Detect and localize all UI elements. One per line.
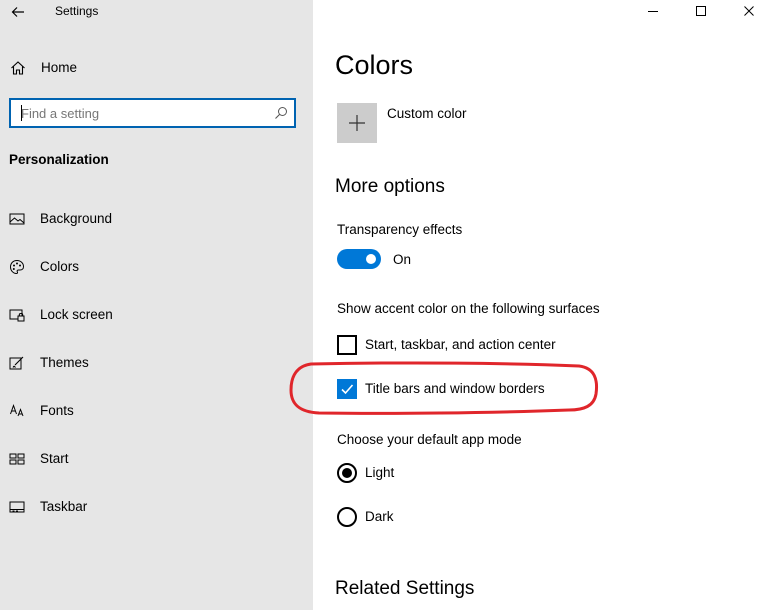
search-box[interactable]	[9, 98, 296, 128]
themes-icon	[9, 356, 24, 370]
sidebar-home[interactable]: Home	[0, 54, 313, 82]
start-taskbar-label: Start, taskbar, and action center	[365, 337, 556, 352]
palette-icon	[9, 259, 25, 275]
back-button[interactable]	[4, 0, 32, 24]
accent-surfaces-label: Show accent color on the following surfa…	[337, 301, 600, 316]
sidebar-item-taskbar[interactable]: Taskbar	[0, 489, 313, 525]
taskbar-icon	[9, 501, 25, 513]
plus-icon	[349, 115, 365, 131]
sidebar-item-label: Fonts	[40, 403, 74, 418]
page-title: Colors	[335, 50, 414, 80]
annotation-highlight	[289, 361, 598, 415]
fonts-icon	[10, 403, 24, 417]
sidebar: Settings Home Personalization Background	[0, 0, 313, 610]
start-icon	[9, 453, 25, 465]
light-mode-label: Light	[365, 465, 395, 480]
home-label: Home	[41, 60, 78, 75]
sidebar-item-background[interactable]: Background	[0, 201, 313, 237]
more-options-heading: More options	[335, 176, 445, 197]
section-title: Personalization	[9, 152, 109, 167]
sidebar-item-fonts[interactable]: Fonts	[0, 393, 313, 429]
sidebar-item-label: Taskbar	[40, 499, 88, 514]
sidebar-item-colors[interactable]: Colors	[0, 249, 313, 285]
lock-screen-icon	[9, 309, 25, 322]
app-title: Settings	[55, 4, 99, 18]
dark-mode-radio[interactable]	[337, 507, 357, 527]
transparency-state: On	[393, 252, 412, 267]
sidebar-item-themes[interactable]: Themes	[0, 345, 313, 381]
search-input[interactable]	[21, 104, 271, 122]
radio-selected-dot	[342, 468, 352, 478]
transparency-toggle[interactable]	[337, 249, 381, 269]
back-arrow-icon	[11, 7, 24, 17]
dark-mode-label: Dark	[365, 509, 394, 524]
sidebar-item-start[interactable]: Start	[0, 441, 313, 477]
custom-color-label: Custom color	[387, 106, 467, 121]
main-content: Colors Custom color More options Transpa…	[313, 0, 778, 610]
transparency-label: Transparency effects	[337, 222, 463, 237]
app-mode-label: Choose your default app mode	[337, 432, 522, 447]
sidebar-item-lock-screen[interactable]: Lock screen	[0, 297, 313, 333]
toggle-knob	[366, 254, 376, 264]
sidebar-item-label: Start	[40, 451, 69, 466]
start-taskbar-checkbox[interactable]	[337, 335, 357, 355]
sidebar-item-label: Themes	[40, 355, 89, 370]
light-mode-radio[interactable]	[337, 463, 357, 483]
custom-color-button[interactable]	[337, 103, 377, 143]
sidebar-item-label: Lock screen	[40, 307, 113, 322]
home-icon	[11, 61, 25, 75]
picture-icon	[9, 213, 25, 225]
related-settings-heading: Related Settings	[335, 578, 475, 599]
sidebar-item-label: Colors	[40, 259, 80, 274]
search-icon[interactable]	[274, 106, 288, 120]
sidebar-item-label: Background	[40, 211, 113, 226]
